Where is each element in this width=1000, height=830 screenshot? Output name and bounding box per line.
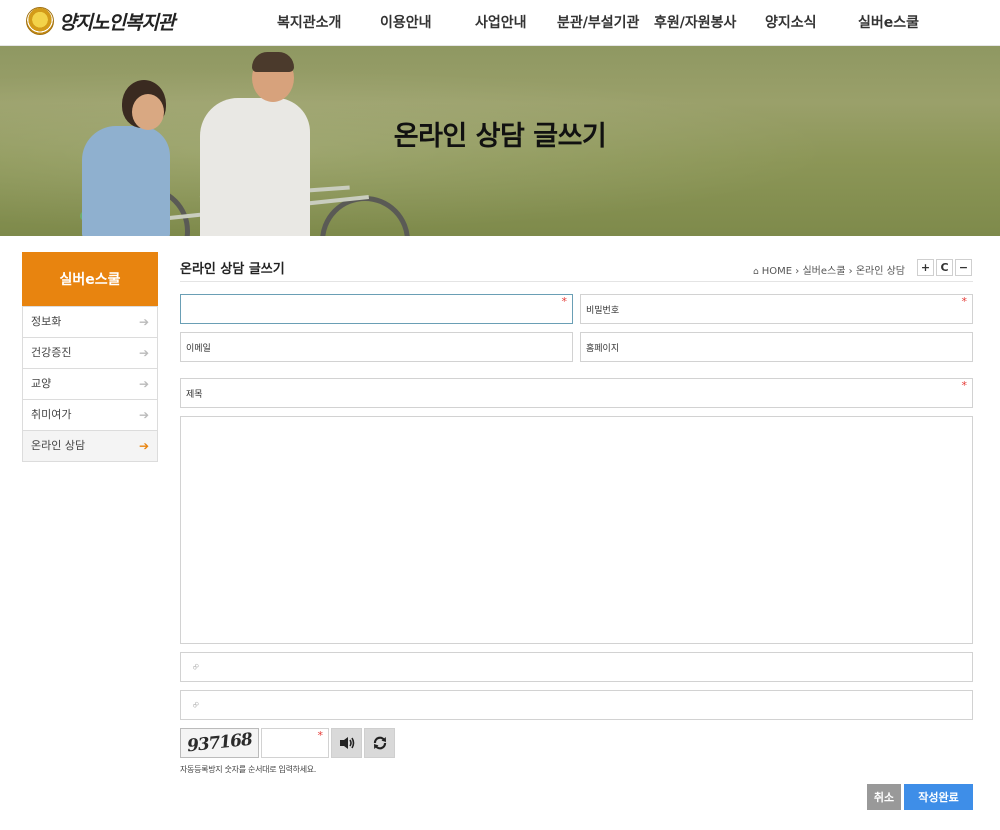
required-mark: * <box>317 729 324 742</box>
email-placeholder: 이메일 <box>186 343 211 354</box>
arrow-right-icon: ➔ <box>138 439 149 453</box>
link-icon: ∞ <box>189 660 204 674</box>
reset-zoom-button[interactable]: C <box>936 259 953 276</box>
sidebar-item-online-counsel[interactable]: 온라인 상담 ➔ <box>23 430 157 461</box>
breadcrumb-home[interactable]: HOME <box>762 266 792 277</box>
homepage-input[interactable]: 홈페이지 <box>580 332 973 362</box>
zoom-in-button[interactable]: + <box>917 259 934 276</box>
sidebar-item-label: 교양 <box>31 377 52 390</box>
arrow-right-icon: ➔ <box>138 377 149 391</box>
logo-text: 양지노인복지관 <box>59 11 175 34</box>
content-textarea[interactable] <box>180 416 973 644</box>
nav-item-silver-eschool[interactable]: 실버e스쿨 <box>858 12 919 32</box>
link2-value <box>207 691 966 719</box>
captcha-audio-button[interactable] <box>331 728 362 758</box>
required-mark: * <box>561 295 568 308</box>
captcha-input[interactable]: * <box>261 728 329 758</box>
captcha-image: 937168 <box>180 728 259 758</box>
sidebar-title: 실버e스쿨 <box>22 252 158 306</box>
nav-item-volunteer[interactable]: 후원/자원봉사 <box>654 12 736 32</box>
captcha-refresh-button[interactable] <box>364 728 395 758</box>
breadcrumb: ⌂ HOME › 실버e스쿨 › 온라인 상담 <box>753 262 905 277</box>
arrow-right-icon: ➔ <box>138 315 149 329</box>
sidebar-item-label: 온라인 상담 <box>31 439 86 452</box>
font-size-tools: + C − <box>917 259 972 276</box>
link2-input[interactable]: ∞ <box>180 690 973 720</box>
captcha-help-text: 자동등록방지 숫자를 순서대로 입력하세요. <box>180 765 317 774</box>
link1-input[interactable]: ∞ <box>180 652 973 682</box>
hero-banner: 온라인 상담 글쓰기 <box>0 46 1000 236</box>
link1-value <box>207 653 966 681</box>
sidebar-item-label: 건강증진 <box>31 346 72 359</box>
main-nav: 복지관소개 이용안내 사업안내 분관/부설기관 후원/자원봉사 양지소식 실버e… <box>262 0 962 46</box>
nav-item-guide[interactable]: 이용안내 <box>380 12 432 32</box>
arrow-right-icon: ➔ <box>138 346 149 360</box>
nav-item-about[interactable]: 복지관소개 <box>277 12 341 32</box>
required-mark: * <box>961 295 968 308</box>
name-input[interactable]: * <box>180 294 573 324</box>
submit-button[interactable]: 작성완료 <box>904 784 973 810</box>
breadcrumb-section[interactable]: 실버e스쿨 <box>802 266 845 277</box>
divider <box>180 281 973 282</box>
cancel-button[interactable]: 취소 <box>867 784 901 810</box>
subject-input[interactable]: 제목 * <box>180 378 973 408</box>
page-title: 온라인 상담 글쓰기 <box>180 262 285 277</box>
sidebar-menu: 정보화 ➔ 건강증진 ➔ 교양 ➔ 취미여가 ➔ 온라인 상담 ➔ <box>22 306 158 462</box>
home-icon: ⌂ <box>753 267 759 277</box>
homepage-placeholder: 홈페이지 <box>586 343 620 354</box>
sidebar-item-health[interactable]: 건강증진 ➔ <box>23 337 157 368</box>
logo-emblem-icon <box>26 7 54 35</box>
captcha-text: 937168 <box>186 729 253 757</box>
sidebar-item-label: 정보화 <box>31 315 62 328</box>
nav-item-news[interactable]: 양지소식 <box>765 12 817 32</box>
required-mark: * <box>961 379 968 392</box>
breadcrumb-current[interactable]: 온라인 상담 <box>856 266 905 277</box>
sidebar-item-label: 취미여가 <box>31 408 72 421</box>
password-placeholder: 비밀번호 <box>586 305 620 316</box>
password-input[interactable]: 비밀번호 * <box>580 294 973 324</box>
refresh-icon <box>373 736 386 750</box>
chevron-right-icon: › <box>848 266 856 277</box>
arrow-right-icon: ➔ <box>138 408 149 422</box>
subject-placeholder: 제목 <box>186 389 203 400</box>
nav-item-programs[interactable]: 사업안내 <box>475 12 527 32</box>
link-icon: ∞ <box>189 698 204 712</box>
sidebar-item-culture[interactable]: 교양 ➔ <box>23 368 157 399</box>
email-input[interactable]: 이메일 <box>180 332 573 362</box>
nav-item-branches[interactable]: 분관/부설기관 <box>557 12 639 32</box>
sidebar-item-computing[interactable]: 정보화 ➔ <box>23 306 157 337</box>
site-logo[interactable]: 양지노인복지관 <box>26 6 175 36</box>
speaker-icon <box>339 737 354 749</box>
zoom-out-button[interactable]: − <box>955 259 972 276</box>
hero-title: 온라인 상담 글쓰기 <box>393 121 607 152</box>
sidebar-item-hobby[interactable]: 취미여가 ➔ <box>23 399 157 430</box>
site-header: 양지노인복지관 복지관소개 이용안내 사업안내 분관/부설기관 후원/자원봉사 … <box>0 0 1000 46</box>
